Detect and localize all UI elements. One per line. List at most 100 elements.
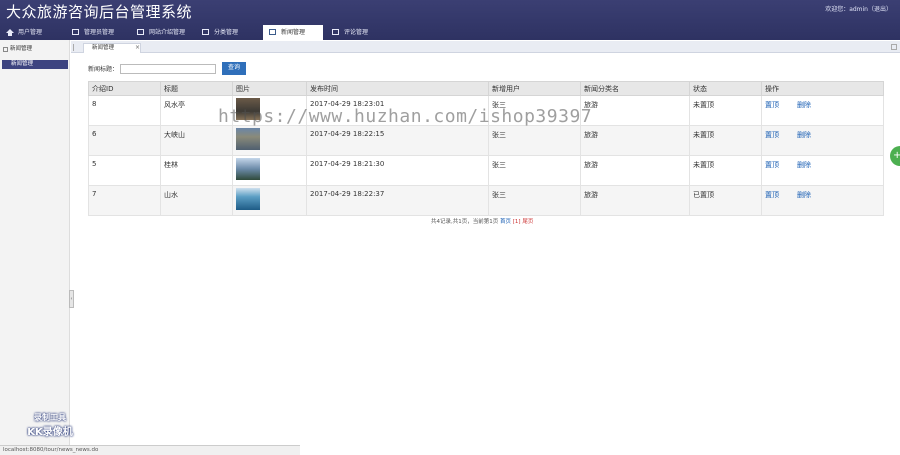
watermark-line1: 录制工具: [34, 413, 66, 422]
search-input[interactable]: [120, 64, 216, 74]
cell-image: [232, 155, 307, 186]
nav-tab-comments[interactable]: 评论管理: [326, 25, 386, 40]
cell-category: 旅游: [580, 125, 690, 156]
nav-tab-label: 网站介绍管理: [149, 29, 186, 36]
cell-title: 桂林: [160, 155, 233, 186]
cell-time: 2017-04-29 18:21:30: [306, 155, 489, 186]
cell-id: 6: [88, 125, 161, 156]
column-header: 新增用户: [488, 81, 581, 96]
nav-tab-label: 评论管理: [344, 29, 369, 36]
list-icon: [332, 29, 339, 35]
nav-tab-users[interactable]: 用户管理: [0, 25, 60, 40]
list-icon: [137, 29, 144, 35]
delete-link[interactable]: 删除: [797, 101, 811, 109]
tab-menu-icon[interactable]: [891, 44, 897, 50]
column-header: 操作: [761, 81, 884, 96]
pin-link[interactable]: 置顶: [765, 161, 779, 169]
news-thumbnail[interactable]: [236, 128, 260, 150]
pagination-summary: 共4记录,共1页，当前第1页: [431, 219, 499, 225]
delete-link[interactable]: 删除: [797, 131, 811, 139]
delete-link[interactable]: 删除: [797, 191, 811, 199]
cell-status: 未置顶: [689, 155, 762, 186]
nav-tab-admins[interactable]: 管理员管理: [66, 25, 128, 40]
sidebar-item-news[interactable]: 新闻管理: [2, 60, 68, 69]
last-page-link[interactable]: 尾页: [522, 219, 533, 225]
user-info[interactable]: 欢迎您：admin（退出）: [825, 4, 892, 13]
main-nav: 用户管理 管理员管理 网站介绍管理 分类管理 新闻管理 评论管理: [0, 25, 900, 40]
status-bar-url: localhost:8080/tour/news_news.do: [0, 445, 300, 455]
cell-user: 张三: [488, 185, 581, 216]
table-row: 6 大峡山 2017-04-29 18:22:15 张三 旅游 未置顶 置顶 删除: [88, 125, 884, 156]
cell-status: 已置顶: [689, 185, 762, 216]
cell-time: 2017-04-29 18:22:15: [306, 125, 489, 156]
list-icon: [72, 29, 79, 35]
nav-tab-site-intro[interactable]: 网站介绍管理: [131, 25, 195, 40]
cell-actions: 置顶 删除: [761, 95, 884, 126]
watermark-line2: KK录像机: [27, 427, 73, 438]
sidebar-section-header[interactable]: 新闻管理: [0, 44, 70, 54]
cell-time: 2017-04-29 18:22:37: [306, 185, 489, 216]
cell-id: 5: [88, 155, 161, 186]
nav-tab-categories[interactable]: 分类管理: [196, 25, 256, 40]
sidebar: 新闻管理 新闻管理 录制工具 KK录像机: [0, 40, 73, 455]
cell-actions: 置顶 删除: [761, 155, 884, 186]
cell-image: [232, 125, 307, 156]
search-button[interactable]: 查询: [222, 62, 246, 75]
column-header: 介绍ID: [88, 81, 161, 96]
table-header-row: 介绍ID 标题 图片 发布时间 新增用户 新闻分类名 状态 操作: [88, 81, 884, 96]
cell-image: [232, 185, 307, 216]
current-page-link[interactable]: [1]: [513, 219, 521, 225]
column-header: 图片: [232, 81, 307, 96]
news-thumbnail[interactable]: [236, 188, 260, 210]
cell-title: 大峡山: [160, 125, 233, 156]
news-thumbnail[interactable]: [236, 158, 260, 180]
table-row: 7 山水 2017-04-29 18:22:37 张三 旅游 已置顶 置顶 删除: [88, 185, 884, 216]
news-table: 介绍ID 标题 图片 发布时间 新增用户 新闻分类名 状态 操作 8 风水亭 2…: [88, 81, 884, 216]
close-icon[interactable]: ×: [135, 44, 140, 51]
pin-link[interactable]: 置顶: [765, 101, 779, 109]
recorder-watermark: 录制工具 KK录像机: [15, 412, 85, 438]
home-icon: [6, 29, 14, 36]
cell-category: 旅游: [580, 155, 690, 186]
pagination: 共4记录,共1页，当前第1页 首页 [1] 尾页: [431, 217, 533, 225]
url-watermark: https://www.huzhan.com/ishop39397: [218, 106, 593, 127]
nav-tab-label: 管理员管理: [84, 29, 115, 36]
cell-user: 张三: [488, 155, 581, 186]
list-icon: [269, 29, 276, 35]
pin-link[interactable]: 置顶: [765, 191, 779, 199]
pin-link[interactable]: 置顶: [765, 131, 779, 139]
sidebar-section-title: 新闻管理: [10, 46, 33, 52]
floating-add-button[interactable]: +: [890, 146, 900, 166]
tab-label: 新闻管理: [92, 45, 115, 51]
cell-id: 8: [88, 95, 161, 126]
folder-icon: [3, 47, 8, 52]
list-icon: [202, 29, 209, 35]
column-header: 状态: [689, 81, 762, 96]
table-row: 5 桂林 2017-04-29 18:21:30 张三 旅游 未置顶 置顶 删除: [88, 155, 884, 186]
nav-tab-label: 用户管理: [18, 29, 43, 36]
cell-user: 张三: [488, 125, 581, 156]
cell-category: 旅游: [580, 185, 690, 216]
search-label: 新闻标题：: [88, 66, 119, 73]
cell-status: 未置顶: [689, 95, 762, 126]
tab-news-manage[interactable]: 新闻管理: [83, 43, 141, 53]
cell-category: 旅游: [580, 95, 690, 126]
content-tabbar: 新闻管理 ×: [71, 41, 900, 53]
nav-tab-label: 分类管理: [214, 29, 239, 36]
first-page-link[interactable]: 首页: [500, 219, 511, 225]
column-header: 新闻分类名: [580, 81, 690, 96]
nav-tab-news[interactable]: 新闻管理: [263, 25, 323, 40]
tab-scroll-left[interactable]: [73, 44, 79, 51]
app-title: 大众旅游咨询后台管理系统: [6, 3, 193, 21]
sidebar-collapse-handle[interactable]: ‹: [69, 290, 74, 308]
cell-actions: 置顶 删除: [761, 125, 884, 156]
cell-actions: 置顶 删除: [761, 185, 884, 216]
cell-status: 未置顶: [689, 125, 762, 156]
cell-id: 7: [88, 185, 161, 216]
nav-tab-label: 新闻管理: [281, 29, 306, 36]
delete-link[interactable]: 删除: [797, 161, 811, 169]
app-header: 大众旅游咨询后台管理系统 欢迎您：admin（退出） 用户管理 管理员管理 网站…: [0, 0, 900, 40]
column-header: 发布时间: [306, 81, 489, 96]
cell-title: 山水: [160, 185, 233, 216]
column-header: 标题: [160, 81, 233, 96]
